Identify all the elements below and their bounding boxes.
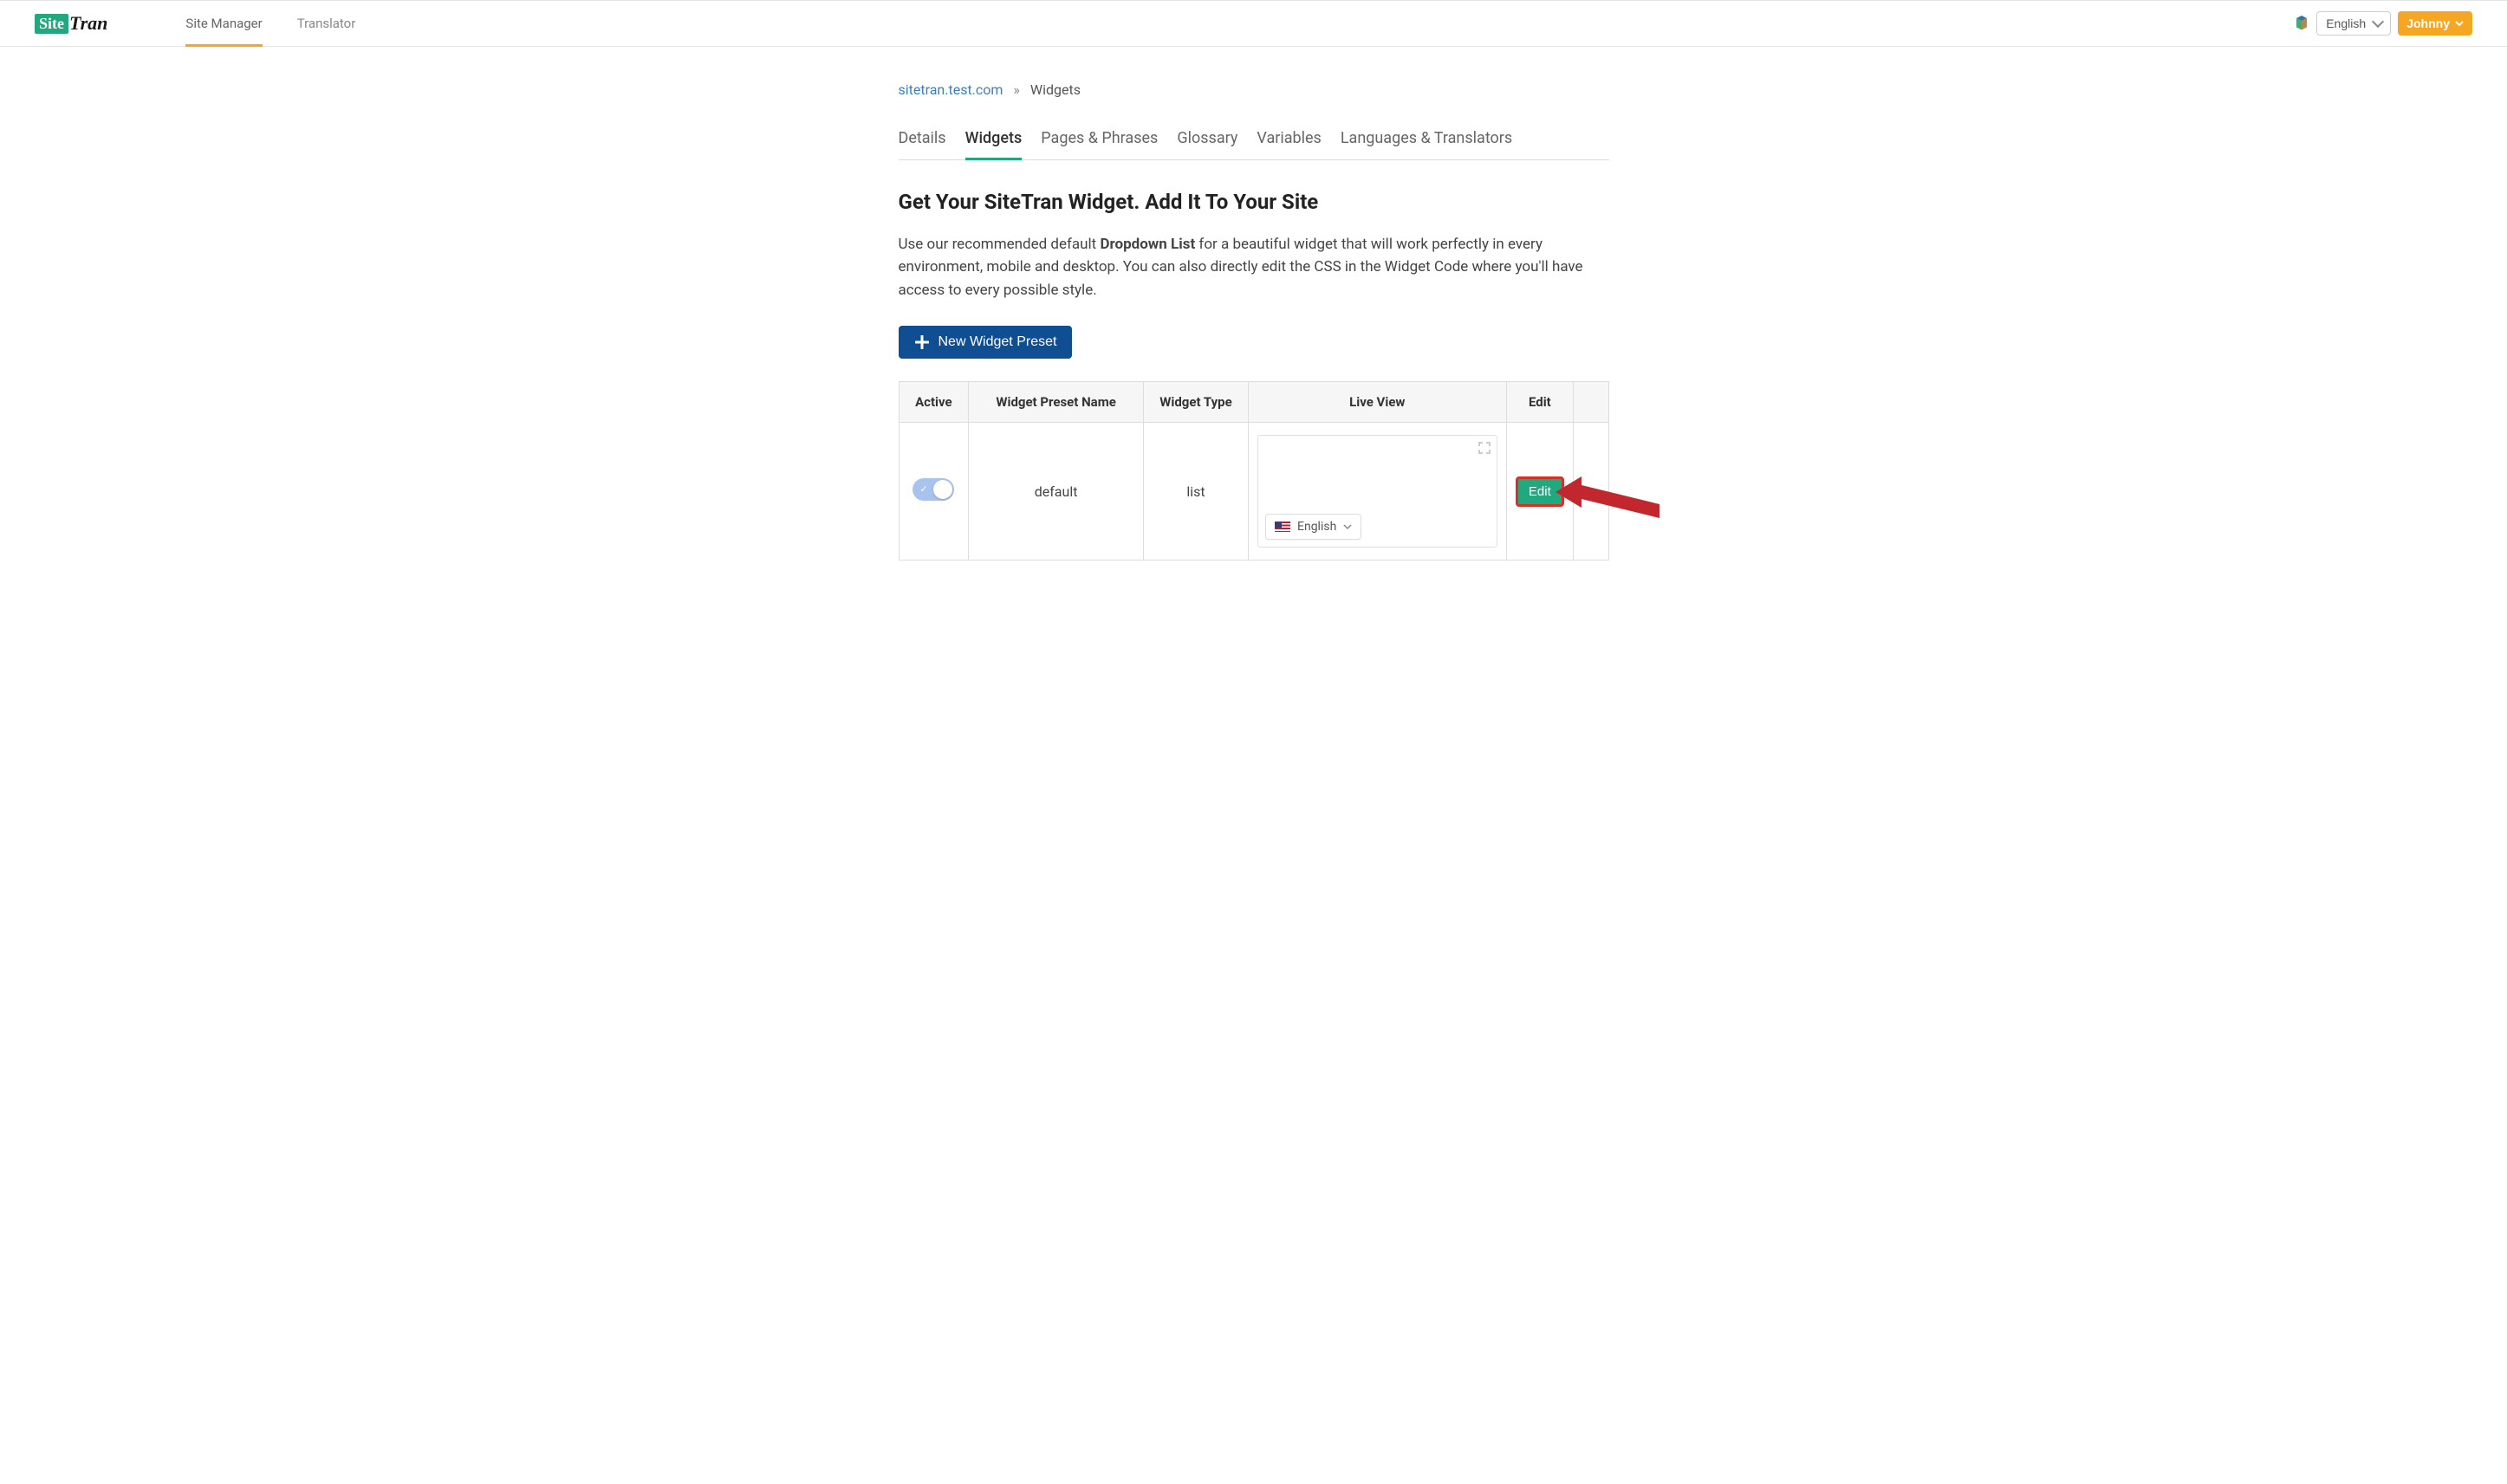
top-nav: SiteTran Site Manager Translator English… bbox=[0, 0, 2507, 47]
desc-pre: Use our recommended default bbox=[899, 236, 1101, 253]
expand-icon[interactable] bbox=[1478, 441, 1491, 455]
col-edit: Edit bbox=[1506, 382, 1574, 423]
live-view-box: English bbox=[1257, 435, 1497, 548]
breadcrumb: sitetran.test.com » Widgets bbox=[899, 81, 1609, 98]
books-icon[interactable] bbox=[2294, 16, 2309, 31]
logo-box: Site bbox=[35, 14, 68, 34]
user-menu-button[interactable]: Johnny bbox=[2398, 11, 2472, 36]
tab-widgets[interactable]: Widgets bbox=[965, 129, 1023, 159]
col-rest bbox=[1574, 382, 1608, 423]
toggle-knob bbox=[933, 480, 952, 499]
language-select[interactable]: English bbox=[2316, 11, 2391, 36]
tab-pages-phrases[interactable]: Pages & Phrases bbox=[1041, 129, 1158, 159]
active-toggle[interactable]: ✓ bbox=[913, 478, 954, 501]
live-lang-label: English bbox=[1297, 520, 1336, 534]
nav-translator[interactable]: Translator bbox=[297, 1, 356, 46]
cell-preset-name: default bbox=[969, 423, 1144, 561]
preset-table: Active Widget Preset Name Widget Type Li… bbox=[899, 381, 1609, 561]
col-type: Widget Type bbox=[1143, 382, 1248, 423]
chevron-down-icon bbox=[1343, 522, 1352, 531]
breadcrumb-site-link[interactable]: sitetran.test.com bbox=[899, 81, 1003, 98]
nav-links: Site Manager Translator bbox=[185, 1, 355, 46]
col-active: Active bbox=[899, 382, 969, 423]
tab-variables[interactable]: Variables bbox=[1257, 129, 1321, 159]
check-icon: ✓ bbox=[919, 483, 927, 495]
edit-button[interactable]: Edit bbox=[1516, 476, 1564, 507]
main-content: sitetran.test.com » Widgets Details Widg… bbox=[899, 47, 1609, 630]
col-live: Live View bbox=[1249, 382, 1507, 423]
subtabs: Details Widgets Pages & Phrases Glossary… bbox=[899, 129, 1609, 160]
plus-icon bbox=[914, 334, 930, 350]
language-select-wrap: English bbox=[2316, 11, 2391, 36]
topnav-right: English Johnny bbox=[2294, 11, 2472, 36]
table-wrap: Active Widget Preset Name Widget Type Li… bbox=[899, 381, 1609, 561]
nav-site-manager[interactable]: Site Manager bbox=[185, 1, 262, 46]
breadcrumb-current: Widgets bbox=[1030, 81, 1081, 98]
logo[interactable]: SiteTran bbox=[35, 12, 107, 35]
widget-live-dropdown[interactable]: English bbox=[1265, 514, 1361, 540]
tab-languages-translators[interactable]: Languages & Translators bbox=[1341, 129, 1512, 159]
page-title: Get Your SiteTran Widget. Add It To Your… bbox=[899, 190, 1609, 214]
logo-rest: Tran bbox=[69, 12, 107, 35]
tab-glossary[interactable]: Glossary bbox=[1177, 129, 1237, 159]
desc-bold: Dropdown List bbox=[1100, 236, 1195, 253]
cell-widget-type: list bbox=[1143, 423, 1248, 561]
breadcrumb-sep: » bbox=[1013, 81, 1020, 98]
table-row: ✓ default list English bbox=[899, 423, 1608, 561]
tab-details[interactable]: Details bbox=[899, 129, 946, 159]
col-name: Widget Preset Name bbox=[969, 382, 1144, 423]
page-description: Use our recommended default Dropdown Lis… bbox=[899, 233, 1609, 301]
new-preset-label: New Widget Preset bbox=[939, 334, 1057, 350]
chevron-down-icon bbox=[2455, 19, 2464, 28]
new-widget-preset-button[interactable]: New Widget Preset bbox=[899, 326, 1073, 359]
user-name: Johnny bbox=[2406, 16, 2450, 30]
flag-us-icon bbox=[1275, 522, 1290, 532]
